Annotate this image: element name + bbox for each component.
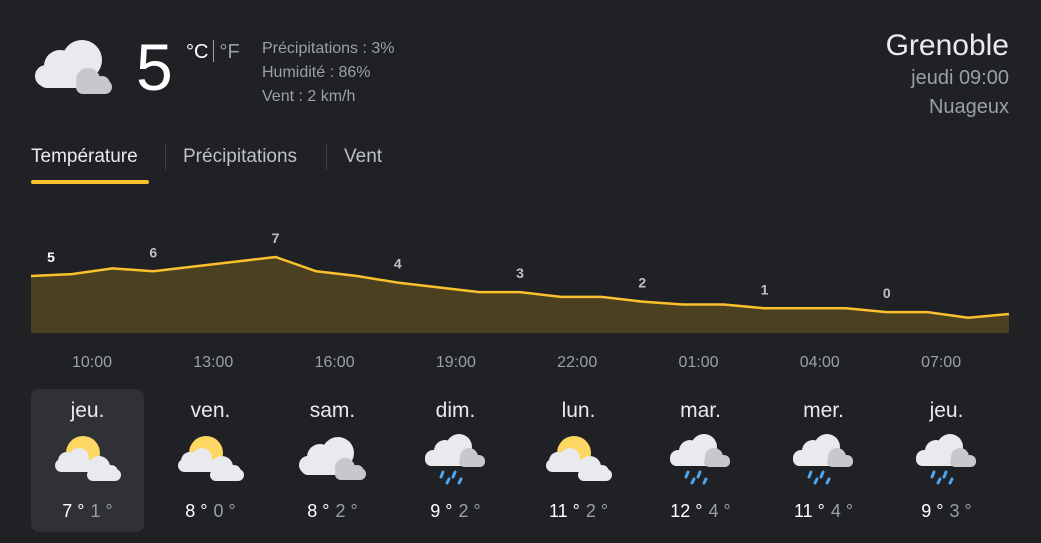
- cloudy-icon: [35, 40, 112, 94]
- day-temps: 11 ° 4 °: [767, 500, 880, 522]
- tab-wind[interactable]: Vent: [344, 143, 382, 171]
- humidity-text: Humidité : 86%: [262, 64, 371, 81]
- fahrenheit-unit[interactable]: °F: [219, 41, 239, 63]
- day-card[interactable]: mer. 11 ° 4 °: [767, 389, 880, 532]
- high-temp: 9 °: [921, 501, 944, 521]
- cloudy-icon: [296, 433, 369, 485]
- data-label: 1: [761, 281, 769, 297]
- tab-temperature[interactable]: Température: [31, 143, 138, 171]
- data-label: 7: [272, 230, 280, 246]
- tick-label: 10:00: [72, 354, 112, 371]
- celsius-unit[interactable]: °C: [186, 41, 208, 63]
- day-temps: 7 ° 1 °: [31, 500, 144, 522]
- day-name: mer.: [803, 399, 844, 422]
- tick-label: 16:00: [315, 354, 355, 371]
- tab-divider: [165, 144, 166, 170]
- day-name: jeu.: [929, 399, 964, 422]
- day-temps: 12 ° 4 °: [644, 500, 757, 522]
- tick-label: 07:00: [921, 354, 961, 371]
- tab-divider: [326, 144, 327, 170]
- weather-details: Précipitations : 3% Humidité : 86% Vent …: [262, 37, 395, 109]
- day-name: lun.: [561, 399, 596, 422]
- day-card[interactable]: lun. 11 ° 2 °: [522, 389, 635, 532]
- data-label: 0: [883, 285, 891, 301]
- day-name: jeu.: [70, 399, 105, 422]
- low-temp: 4 °: [708, 501, 731, 521]
- rain-icon: [787, 433, 860, 485]
- low-temp: 4 °: [830, 501, 854, 521]
- wind-text: Vent : 2 km/h: [262, 88, 356, 105]
- low-temp: 2 °: [335, 501, 358, 521]
- high-temp: 12 °: [670, 501, 703, 521]
- date-time[interactable]: jeudi 09:00: [886, 64, 1009, 93]
- daily-forecast: jeu. 7 ° 1 ° ven. 8 ° 0 ° sam. 8 ° 2 ° dim.…: [31, 389, 1011, 532]
- day-temps: 11 ° 2 °: [522, 500, 635, 522]
- day-card[interactable]: mar. 12 ° 4 °: [644, 389, 757, 532]
- low-temp: 1 °: [90, 501, 113, 521]
- city-name: Grenoble: [885, 29, 1009, 62]
- day-card[interactable]: dim. 9 ° 2 °: [399, 389, 512, 532]
- low-temp: 0 °: [213, 501, 236, 521]
- day-temps: 8 ° 0 °: [154, 500, 267, 522]
- partly-cloudy-icon: [542, 433, 615, 485]
- low-temp: 2 °: [585, 501, 609, 521]
- high-temp: 11 °: [548, 501, 580, 521]
- data-label: 4: [394, 256, 402, 272]
- day-temps: 9 ° 2 °: [399, 500, 512, 522]
- day-card[interactable]: jeu. 7 ° 1 °: [31, 389, 144, 532]
- data-label: 5: [47, 249, 55, 265]
- unit-divider: [213, 40, 215, 62]
- day-name: sam.: [309, 399, 356, 422]
- partly-cloudy-icon: [174, 433, 247, 485]
- high-temp: 9 °: [430, 501, 453, 521]
- data-label: 6: [149, 244, 157, 260]
- current-temperature: 5: [136, 30, 173, 104]
- data-label: 2: [638, 275, 646, 291]
- data-label: 3: [516, 265, 524, 281]
- day-name: dim.: [435, 399, 476, 422]
- tick-label: 01:00: [678, 354, 718, 371]
- tick-label: 04:00: [800, 354, 840, 371]
- day-name: mar.: [680, 399, 721, 422]
- high-temp: 8 °: [185, 501, 208, 521]
- day-temps: 8 ° 2 °: [276, 500, 389, 522]
- day-card[interactable]: sam. 8 ° 2 °: [276, 389, 389, 532]
- day-card[interactable]: ven. 8 ° 0 °: [154, 389, 267, 532]
- tab-precipitation[interactable]: Précipitations: [183, 143, 297, 171]
- day-card[interactable]: jeu. 9 ° 3 °: [890, 389, 1003, 532]
- rain-icon: [910, 433, 983, 485]
- condition-text: Nuageux: [928, 96, 1009, 118]
- day-temps: 9 ° 3 °: [890, 500, 1003, 522]
- high-temp: 7 °: [62, 501, 85, 521]
- tick-label: 19:00: [436, 354, 476, 371]
- location-block: Grenoble jeudi 09:00 Nuageux: [886, 28, 1009, 122]
- high-temp: 11 °: [793, 501, 825, 521]
- temperature-chart[interactable]: 5 6 7 4 3 2 1 0 10:00 13:00 16:00 19:00 22:00 01:00 04…: [0, 215, 1041, 385]
- precipitation-text: Précipitations : 3%: [262, 40, 395, 57]
- active-tab-indicator: [31, 180, 149, 184]
- tick-label: 22:00: [557, 354, 597, 371]
- partly-cloudy-icon: [51, 433, 124, 485]
- current-conditions: 5 °C °F Précipitations : 3% Humidité : 86…: [0, 0, 1041, 140]
- tick-label: 13:00: [193, 354, 233, 371]
- rain-icon: [664, 433, 737, 485]
- low-temp: 3 °: [949, 501, 972, 521]
- day-name: ven.: [190, 399, 231, 422]
- unit-toggle: °C °F: [186, 40, 240, 64]
- high-temp: 8 °: [307, 501, 330, 521]
- low-temp: 2 °: [458, 501, 481, 521]
- temperature-chart-svg: 5 6 7 4 3 2 1 0 10:00 13:00 16:00 19:00 22:00 01:00 04…: [30, 230, 1010, 371]
- rain-icon: [419, 433, 492, 485]
